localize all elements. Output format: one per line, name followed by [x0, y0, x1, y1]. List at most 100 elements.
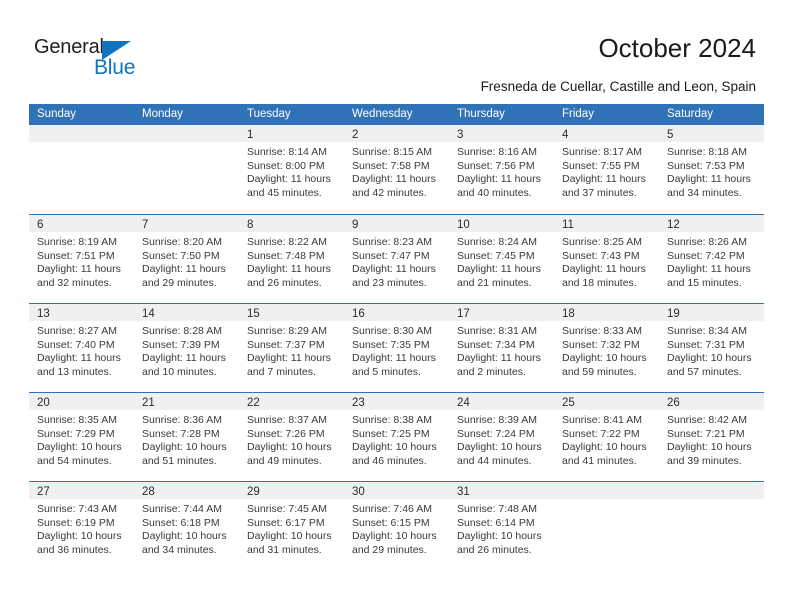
day-details: Sunrise: 8:39 AM Sunset: 7:24 PM Daylight:… — [449, 410, 554, 468]
sunset-text: Sunset: 7:31 PM — [667, 338, 745, 351]
day-details: Sunrise: 8:29 AM Sunset: 7:37 PM Daylight:… — [239, 321, 344, 379]
daylight-text: and 26 minutes. — [457, 543, 532, 556]
calendar-day-cell[interactable]: 5 Sunrise: 8:18 AM Sunset: 7:53 PM Daylight… — [659, 125, 764, 213]
sunset-text: Sunset: 8:00 PM — [247, 159, 325, 172]
calendar-day-cell[interactable]: 8 Sunrise: 8:22 AM Sunset: 7:48 PM Daylight… — [239, 215, 344, 303]
day-details: Sunrise: 7:43 AM Sunset: 6:19 PM Daylight:… — [29, 499, 134, 557]
calendar-week-row: 1 Sunrise: 8:14 AM Sunset: 8:00 PM Daylight… — [29, 125, 764, 214]
calendar-day-cell[interactable]: 2 Sunrise: 8:15 AM Sunset: 7:58 PM Daylight… — [344, 125, 449, 213]
day-number-band: 17 — [449, 304, 554, 321]
daylight-text: and 26 minutes. — [247, 276, 322, 289]
calendar-day-cell[interactable]: 4 Sunrise: 8:17 AM Sunset: 7:55 PM Daylight… — [554, 125, 659, 213]
day-number: 21 — [142, 397, 155, 409]
sunset-text: Sunset: 6:18 PM — [142, 516, 220, 529]
calendar-day-cell[interactable]: 31 Sunrise: 7:48 AM Sunset: 6:14 PM Dayligh… — [449, 482, 554, 570]
calendar-day-cell[interactable]: 14 Sunrise: 8:28 AM Sunset: 7:39 PM Dayligh… — [134, 304, 239, 392]
sunrise-text: Sunrise: 8:37 AM — [247, 414, 327, 426]
day-number: 9 — [352, 219, 359, 231]
day-details: Sunrise: 8:36 AM Sunset: 7:28 PM Daylight:… — [134, 410, 239, 468]
sunrise-text: Sunrise: 8:39 AM — [457, 414, 537, 426]
daylight-text: and 21 minutes. — [457, 276, 532, 289]
day-number-band: 4 — [554, 125, 659, 142]
calendar-day-cell[interactable]: 6 Sunrise: 8:19 AM Sunset: 7:51 PM Daylight… — [29, 215, 134, 303]
daylight-text: Daylight: 10 hours — [247, 441, 332, 454]
sunrise-text: Sunrise: 8:38 AM — [352, 414, 432, 426]
day-number-band: 26 — [659, 393, 764, 410]
sunrise-text: Sunrise: 7:44 AM — [142, 503, 222, 515]
calendar-day-cell[interactable]: 17 Sunrise: 8:31 AM Sunset: 7:34 PM Dayligh… — [449, 304, 554, 392]
day-number-band: 22 — [239, 393, 344, 410]
calendar-day-cell[interactable]: 9 Sunrise: 8:23 AM Sunset: 7:47 PM Daylight… — [344, 215, 449, 303]
calendar-day-cell[interactable]: 22 Sunrise: 8:37 AM Sunset: 7:26 PM Dayligh… — [239, 393, 344, 481]
day-details: Sunrise: 8:30 AM Sunset: 7:35 PM Daylight:… — [344, 321, 449, 379]
calendar-day-cell[interactable]: 19 Sunrise: 8:34 AM Sunset: 7:31 PM Dayligh… — [659, 304, 764, 392]
daylight-text: and 49 minutes. — [247, 454, 322, 467]
sunrise-text: Sunrise: 8:14 AM — [247, 146, 327, 158]
sunset-text: Sunset: 7:24 PM — [457, 427, 535, 440]
calendar-page: General Blue October 2024 Fresneda de Cu… — [0, 0, 792, 612]
calendar-week-row: 20 Sunrise: 8:35 AM Sunset: 7:29 PM Dayligh… — [29, 392, 764, 481]
daylight-text: Daylight: 10 hours — [37, 441, 122, 454]
calendar-day-cell[interactable]: 13 Sunrise: 8:27 AM Sunset: 7:40 PM Dayligh… — [29, 304, 134, 392]
day-number: 12 — [667, 219, 680, 231]
day-details — [29, 142, 134, 146]
day-details: Sunrise: 7:44 AM Sunset: 6:18 PM Daylight:… — [134, 499, 239, 557]
calendar-day-cell[interactable]: 3 Sunrise: 8:16 AM Sunset: 7:56 PM Daylight… — [449, 125, 554, 213]
daylight-text: and 34 minutes. — [142, 543, 217, 556]
day-details: Sunrise: 8:28 AM Sunset: 7:39 PM Daylight:… — [134, 321, 239, 379]
general-blue-logo[interactable]: General Blue — [34, 36, 154, 84]
day-number: 22 — [247, 397, 260, 409]
sunrise-text: Sunrise: 8:29 AM — [247, 325, 327, 337]
sunrise-text: Sunrise: 8:20 AM — [142, 236, 222, 248]
sunset-text: Sunset: 7:47 PM — [352, 249, 430, 262]
calendar-day-cell[interactable]: 1 Sunrise: 8:14 AM Sunset: 8:00 PM Daylight… — [239, 125, 344, 213]
day-number-band — [134, 125, 239, 142]
calendar-day-cell[interactable]: 11 Sunrise: 8:25 AM Sunset: 7:43 PM Dayligh… — [554, 215, 659, 303]
calendar-day-cell[interactable]: 25 Sunrise: 8:41 AM Sunset: 7:22 PM Dayligh… — [554, 393, 659, 481]
daylight-text: Daylight: 10 hours — [457, 441, 542, 454]
sunset-text: Sunset: 7:42 PM — [667, 249, 745, 262]
day-number-band: 14 — [134, 304, 239, 321]
daylight-text: Daylight: 11 hours — [352, 263, 436, 276]
calendar-day-cell[interactable]: 24 Sunrise: 8:39 AM Sunset: 7:24 PM Dayligh… — [449, 393, 554, 481]
daylight-text: and 34 minutes. — [667, 186, 742, 199]
calendar-day-cell-empty — [659, 482, 764, 570]
sunset-text: Sunset: 7:53 PM — [667, 159, 745, 172]
calendar-day-cell[interactable]: 20 Sunrise: 8:35 AM Sunset: 7:29 PM Dayligh… — [29, 393, 134, 481]
daylight-text: Daylight: 10 hours — [247, 530, 332, 543]
calendar-day-cell[interactable]: 28 Sunrise: 7:44 AM Sunset: 6:18 PM Dayligh… — [134, 482, 239, 570]
day-number-band: 2 — [344, 125, 449, 142]
sunrise-text: Sunrise: 8:42 AM — [667, 414, 747, 426]
daylight-text: Daylight: 11 hours — [667, 173, 751, 186]
calendar-day-cell[interactable]: 30 Sunrise: 7:46 AM Sunset: 6:15 PM Dayligh… — [344, 482, 449, 570]
day-details: Sunrise: 8:14 AM Sunset: 8:00 PM Daylight:… — [239, 142, 344, 200]
daylight-text: and 39 minutes. — [667, 454, 742, 467]
daylight-text: and 51 minutes. — [142, 454, 217, 467]
calendar-day-cell[interactable]: 23 Sunrise: 8:38 AM Sunset: 7:25 PM Dayligh… — [344, 393, 449, 481]
sunset-text: Sunset: 6:19 PM — [37, 516, 115, 529]
day-number-band: 23 — [344, 393, 449, 410]
weekday-header-saturday: Saturday — [667, 108, 714, 120]
calendar-day-cell[interactable]: 16 Sunrise: 8:30 AM Sunset: 7:35 PM Dayligh… — [344, 304, 449, 392]
daylight-text: Daylight: 11 hours — [562, 173, 646, 186]
day-details: Sunrise: 8:22 AM Sunset: 7:48 PM Daylight:… — [239, 232, 344, 290]
daylight-text: and 44 minutes. — [457, 454, 532, 467]
calendar-day-cell[interactable]: 10 Sunrise: 8:24 AM Sunset: 7:45 PM Dayligh… — [449, 215, 554, 303]
day-details: Sunrise: 8:35 AM Sunset: 7:29 PM Daylight:… — [29, 410, 134, 468]
page-subtitle: Fresneda de Cuellar, Castille and Leon, … — [480, 79, 756, 94]
calendar-grid: Sunday Monday Tuesday Wednesday Thursday Frid… — [29, 104, 764, 570]
daylight-text: Daylight: 11 hours — [37, 352, 121, 365]
calendar-day-cell[interactable]: 21 Sunrise: 8:36 AM Sunset: 7:28 PM Dayligh… — [134, 393, 239, 481]
calendar-day-cell[interactable]: 12 Sunrise: 8:26 AM Sunset: 7:42 PM Dayligh… — [659, 215, 764, 303]
calendar-day-cell[interactable]: 18 Sunrise: 8:33 AM Sunset: 7:32 PM Dayligh… — [554, 304, 659, 392]
calendar-day-cell[interactable]: 26 Sunrise: 8:42 AM Sunset: 7:21 PM Dayligh… — [659, 393, 764, 481]
calendar-day-cell[interactable]: 7 Sunrise: 8:20 AM Sunset: 7:50 PM Daylight… — [134, 215, 239, 303]
calendar-day-cell[interactable]: 29 Sunrise: 7:45 AM Sunset: 6:17 PM Dayligh… — [239, 482, 344, 570]
day-details: Sunrise: 8:27 AM Sunset: 7:40 PM Daylight:… — [29, 321, 134, 379]
day-number: 23 — [352, 397, 365, 409]
calendar-day-cell[interactable]: 15 Sunrise: 8:29 AM Sunset: 7:37 PM Dayligh… — [239, 304, 344, 392]
day-number-band: 3 — [449, 125, 554, 142]
day-number-band: 27 — [29, 482, 134, 499]
day-number: 16 — [352, 308, 365, 320]
calendar-day-cell[interactable]: 27 Sunrise: 7:43 AM Sunset: 6:19 PM Dayligh… — [29, 482, 134, 570]
